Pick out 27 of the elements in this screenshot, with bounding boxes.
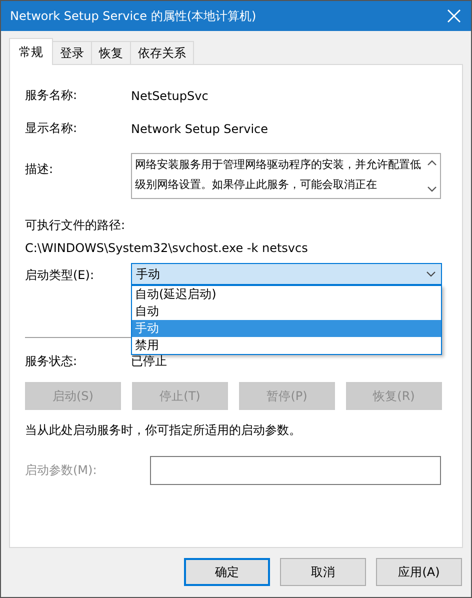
path-value: C:\WINDOWS\System32\svchost.exe -k netsvcs	[25, 241, 309, 255]
close-icon[interactable]	[447, 9, 461, 23]
path-label: 可执行文件的路径:	[25, 217, 126, 234]
field-label: 描述:	[25, 161, 54, 178]
dialog-button[interactable]: 取消	[280, 558, 366, 586]
status-value: 已停止	[131, 352, 167, 370]
description-box[interactable]: 网络安装服务用于管理网络驱动程序的安装，并允许配置低级别网络设置。如果停止此服务，可能会取消正在	[131, 153, 441, 199]
dialog-button[interactable]: 确定	[184, 558, 270, 586]
parameters-label: 启动参数(M):	[25, 462, 98, 478]
tab[interactable]: 常规	[9, 38, 53, 65]
window-title: Network Setup Service 的属性(本地计算机)	[10, 8, 256, 24]
hint-text: 当从此处启动服务时，你可指定所适用的启动参数。	[25, 422, 302, 439]
scroll-up-icon[interactable]	[427, 159, 437, 166]
field-label: 服务名称:	[25, 87, 78, 104]
tab[interactable]: 依存关系	[130, 41, 194, 64]
field-label: 显示名称:	[25, 120, 78, 137]
chevron-down-icon	[426, 271, 436, 277]
dialog-button[interactable]: 应用(A)	[376, 558, 462, 586]
startup-type-label: 启动类型(E):	[25, 267, 95, 284]
dropdown-option[interactable]: 自动	[132, 303, 441, 320]
dropdown-option[interactable]: 自动(延迟启动)	[132, 286, 441, 303]
field-value: Network Setup Service	[131, 122, 268, 136]
scroll-down-icon[interactable]	[427, 186, 437, 193]
startup-type-dropdown[interactable]: 手动	[131, 263, 442, 285]
dropdown-option[interactable]: 禁用	[132, 337, 441, 354]
field-value: NetSetupSvc	[131, 88, 208, 102]
status-label: 服务状态:	[25, 352, 78, 370]
